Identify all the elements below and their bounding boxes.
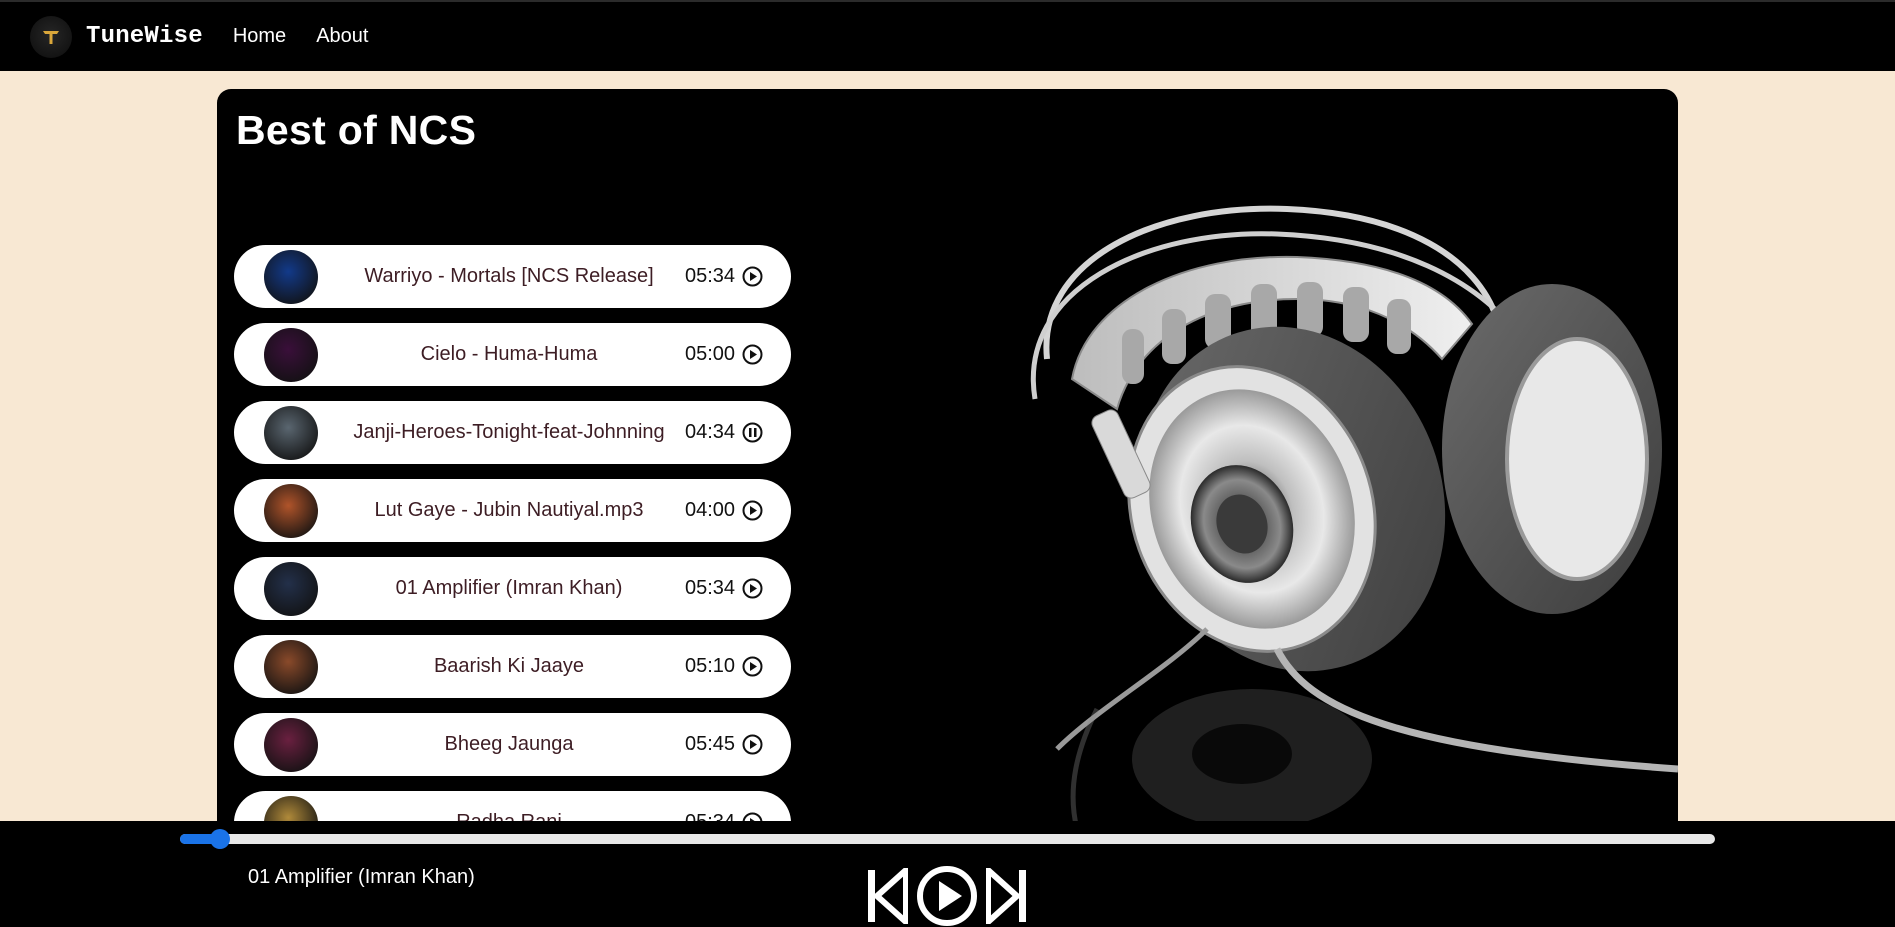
pause-circle-icon[interactable] (742, 422, 763, 443)
song-title: Baarish Ki Jaaye (433, 655, 585, 677)
song-duration: 05:34 (685, 265, 736, 287)
song-duration: 05:45 (685, 733, 736, 755)
song-cover-image (264, 484, 318, 538)
player-bar: 01 Amplifier (Imran Khan) (0, 821, 1895, 927)
tunewise-logo-icon[interactable] (30, 15, 72, 58)
nav-link-home[interactable]: Home (233, 25, 286, 48)
playlist-title: Best of NCS (236, 107, 477, 153)
song-title: Warriyo - Mortals [NCS Release] (364, 265, 654, 287)
now-playing-title: 01 Amplifier (Imran Khan) (248, 866, 475, 888)
song-item[interactable]: Cielo - Huma-Huma 05:00 (234, 323, 791, 386)
song-title: 01 Amplifier (Imran Khan) (395, 577, 623, 599)
song-title: Lut Gaye - Jubin Nautiyal.mp3 (374, 499, 644, 521)
song-duration: 05:34 (685, 577, 736, 599)
song-cover-image (264, 250, 318, 304)
navbar: TuneWise Home About (0, 0, 1895, 71)
song-cover-image (264, 562, 318, 616)
headphones-image (977, 149, 1678, 829)
song-item[interactable]: Bheeg Jaunga 05:45 (234, 713, 791, 776)
playlist-container: Best of NCS Warriyo - Mortals [NCS Relea… (217, 89, 1678, 829)
progress-slider[interactable] (180, 829, 1715, 849)
song-duration: 05:10 (685, 655, 736, 677)
play-circle-icon[interactable] (742, 656, 763, 677)
song-cover-image (264, 406, 318, 460)
song-item[interactable]: Warriyo - Mortals [NCS Release] 05:34 (234, 245, 791, 308)
play-circle-icon[interactable] (742, 500, 763, 521)
play-circle-icon[interactable] (916, 865, 978, 927)
song-item[interactable]: 01 Amplifier (Imran Khan) 05:34 (234, 557, 791, 620)
song-cover-image (264, 718, 318, 772)
song-cover-image (264, 640, 318, 694)
brand-name[interactable]: TuneWise (86, 23, 203, 50)
nav-link-about[interactable]: About (316, 25, 368, 48)
progress-track[interactable] (180, 834, 1715, 844)
playback-controls (866, 865, 1028, 927)
play-circle-icon[interactable] (742, 266, 763, 287)
song-title: Janji-Heroes-Tonight-feat-Johnning (353, 421, 665, 443)
play-circle-icon[interactable] (742, 578, 763, 599)
song-item[interactable]: Baarish Ki Jaaye 05:10 (234, 635, 791, 698)
song-item[interactable]: Lut Gaye - Jubin Nautiyal.mp3 04:00 (234, 479, 791, 542)
song-duration: 04:34 (685, 421, 736, 443)
play-circle-icon[interactable] (742, 734, 763, 755)
song-duration: 04:00 (685, 499, 736, 521)
song-title: Cielo - Huma-Huma (420, 343, 598, 365)
song-duration: 05:00 (685, 343, 736, 365)
song-list[interactable]: Warriyo - Mortals [NCS Release] 05:34 Ciel… (234, 245, 794, 829)
play-circle-icon[interactable] (742, 344, 763, 365)
next-icon[interactable] (986, 868, 1028, 924)
song-cover-image (264, 328, 318, 382)
song-item[interactable]: Janji-Heroes-Tonight-feat-Johnning 04:34 (234, 401, 791, 464)
progress-thumb[interactable] (209, 829, 230, 849)
previous-icon[interactable] (866, 868, 908, 924)
song-title: Bheeg Jaunga (444, 733, 574, 755)
